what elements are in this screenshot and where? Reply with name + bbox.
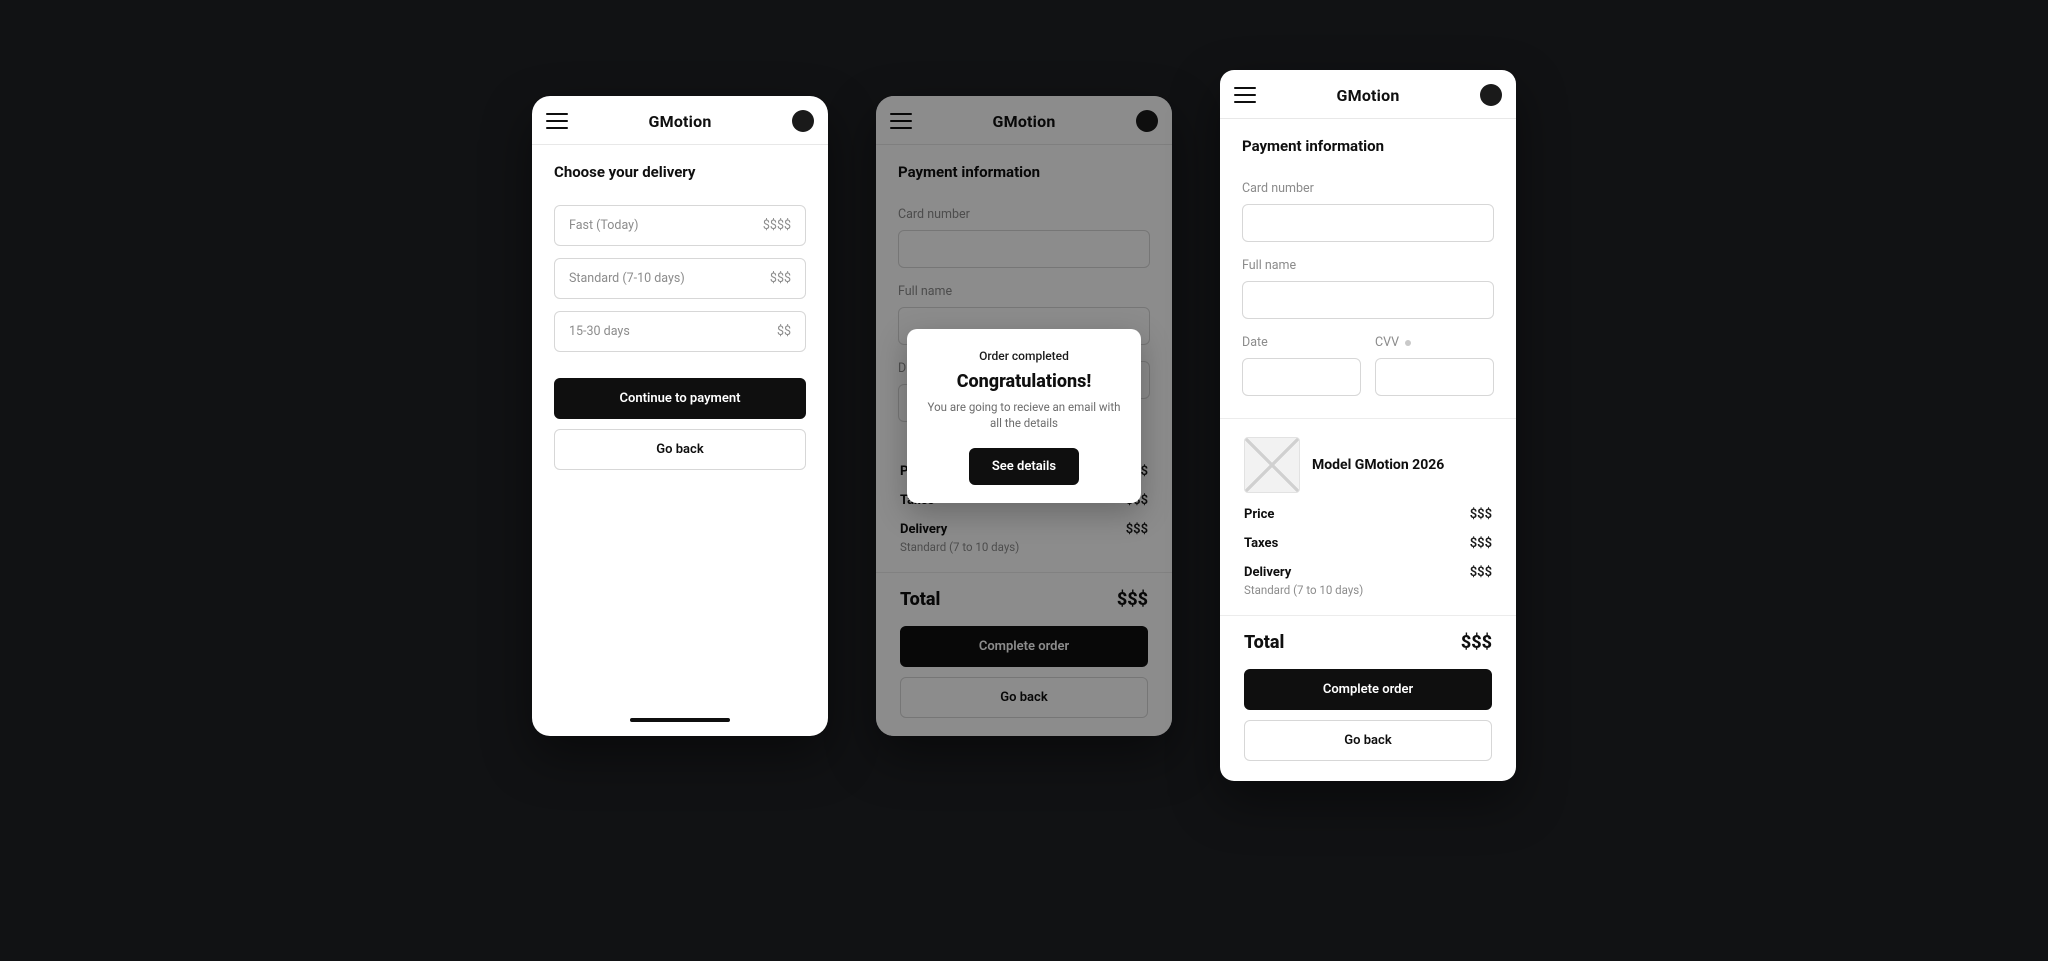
see-details-button[interactable]: See details — [969, 448, 1079, 485]
cart-item: Model GMotion 2026 — [1244, 437, 1492, 493]
item-title: Model GMotion 2026 — [1312, 457, 1444, 473]
modal-title: Congratulations! — [923, 371, 1125, 392]
screen-payment: GMotion Payment information Card number … — [1220, 70, 1516, 781]
total-label: Total — [1244, 632, 1284, 653]
payment-form: Card number Full name Date CVV — [1220, 161, 1516, 396]
modal-body: You are going to recieve an email with a… — [923, 400, 1125, 431]
price-label: Price — [1244, 507, 1274, 522]
delivery-option[interactable]: Fast (Today) $$$$ — [554, 205, 806, 246]
full-name-input[interactable] — [1242, 281, 1494, 319]
total-row: Total $$$ — [1220, 615, 1516, 663]
delivery-note: Standard (7 to 10 days) — [1244, 583, 1492, 597]
cvv-input[interactable] — [1375, 358, 1494, 396]
item-thumbnail — [1244, 437, 1300, 493]
modal-eyebrow: Order completed — [923, 349, 1125, 363]
delivery-value: $$$ — [1470, 565, 1492, 580]
menu-icon[interactable] — [546, 113, 568, 129]
complete-order-button[interactable]: Complete order — [1244, 669, 1492, 710]
screen-payment-confirm: GMotion Payment information Card number … — [876, 96, 1172, 736]
label-card-number: Card number — [1242, 181, 1494, 196]
home-indicator — [630, 718, 730, 722]
option-price: $$$ — [770, 271, 791, 286]
option-label: 15-30 days — [569, 324, 630, 339]
delivery-label: Delivery — [1244, 565, 1291, 580]
go-back-button[interactable]: Go back — [1244, 720, 1492, 761]
label-date: Date — [1242, 335, 1361, 350]
brand-title: GMotion — [1337, 86, 1400, 105]
brand-title: GMotion — [649, 112, 712, 131]
order-complete-modal: Order completed Congratulations! You are… — [907, 329, 1141, 502]
total-value: $$$ — [1461, 632, 1492, 653]
section-title: Payment information — [1220, 119, 1516, 161]
option-label: Fast (Today) — [569, 218, 638, 233]
label-cvv: CVV — [1375, 335, 1494, 350]
app-header: GMotion — [1220, 70, 1516, 119]
section-title: Choose your delivery — [532, 145, 828, 187]
cta: Complete order Go back — [1220, 663, 1516, 781]
app-header: GMotion — [532, 96, 828, 145]
go-back-button[interactable]: Go back — [554, 429, 806, 470]
avatar[interactable] — [1480, 84, 1502, 106]
date-input[interactable] — [1242, 358, 1361, 396]
option-label: Standard (7-10 days) — [569, 271, 685, 286]
delivery-option[interactable]: Standard (7-10 days) $$$ — [554, 258, 806, 299]
card-number-input[interactable] — [1242, 204, 1494, 242]
avatar[interactable] — [792, 110, 814, 132]
continue-button[interactable]: Continue to payment — [554, 378, 806, 419]
screen-delivery: GMotion Choose your delivery Fast (Today… — [532, 96, 828, 736]
delivery-option[interactable]: 15-30 days $$ — [554, 311, 806, 352]
page-title: Choose your delivery — [554, 163, 806, 181]
page-title: Payment information — [1242, 137, 1494, 155]
menu-icon[interactable] — [1234, 87, 1256, 103]
actions: Continue to payment Go back — [532, 352, 828, 470]
taxes-value: $$$ — [1470, 536, 1492, 551]
price-value: $$$ — [1470, 507, 1492, 522]
modal-scrim[interactable]: Order completed Congratulations! You are… — [876, 96, 1172, 736]
option-price: $$$$ — [763, 218, 791, 233]
option-price: $$ — [777, 324, 791, 339]
taxes-label: Taxes — [1244, 536, 1278, 551]
delivery-options: Fast (Today) $$$$ Standard (7-10 days) $… — [532, 187, 828, 352]
order-summary: Model GMotion 2026 Price $$$ Taxes $$$ Del… — [1220, 419, 1516, 597]
label-full-name: Full name — [1242, 258, 1494, 273]
